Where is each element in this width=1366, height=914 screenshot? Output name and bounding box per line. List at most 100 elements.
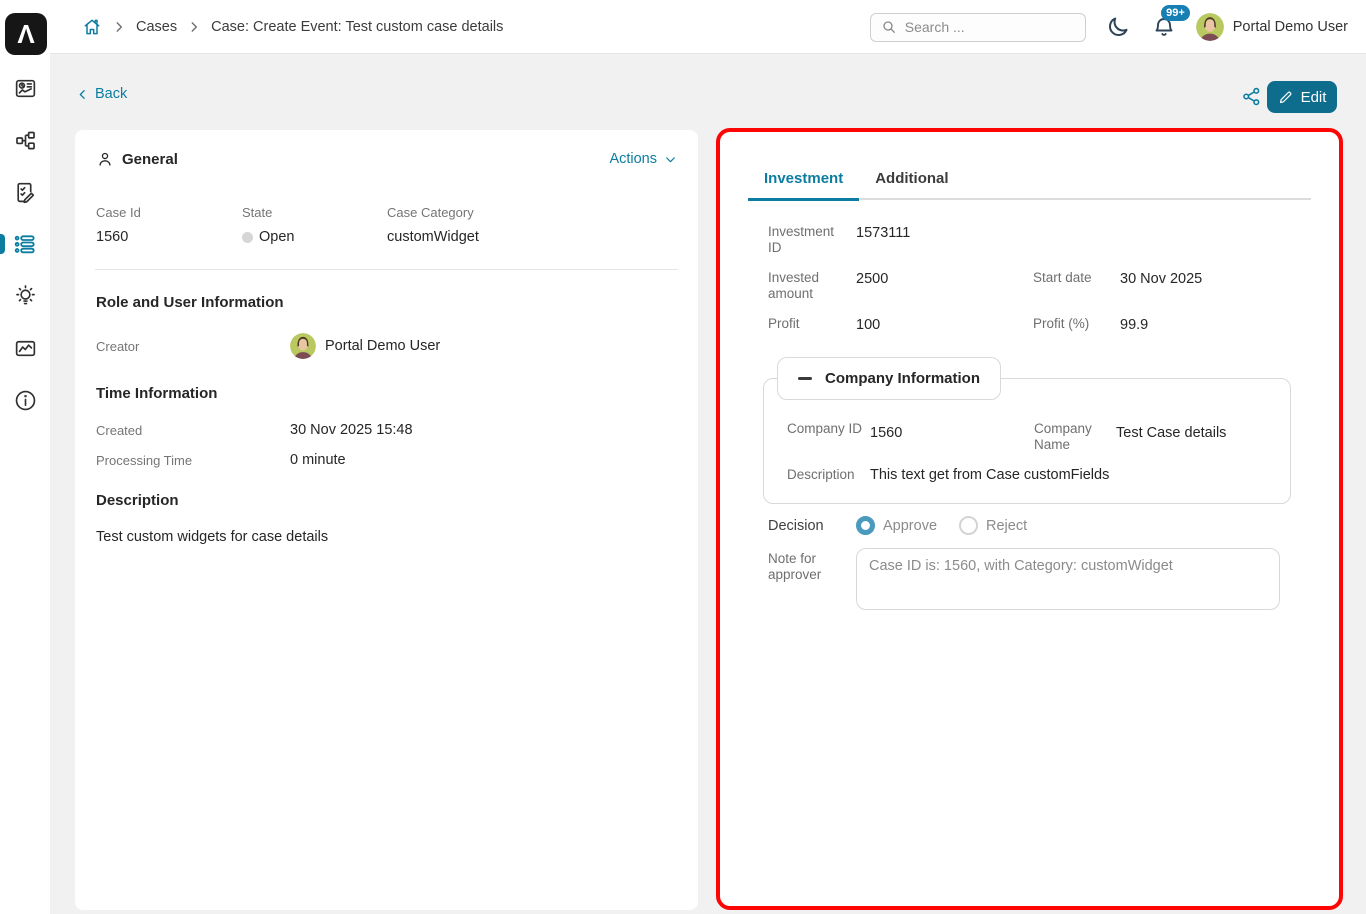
- case-id-label: Case Id: [96, 205, 242, 220]
- page-toolbar: Back Edit: [50, 54, 1366, 130]
- edit-label: Edit: [1301, 89, 1327, 106]
- sidebar-item-processes[interactable]: [0, 114, 50, 166]
- profit-pct-value: 99.9: [1120, 316, 1311, 333]
- chevron-right-icon: [112, 20, 126, 34]
- processing-time-label: Processing Time: [96, 453, 290, 468]
- sidebar: Λ: [0, 0, 50, 914]
- edit-button[interactable]: Edit: [1267, 81, 1337, 113]
- company-id-value: 1560: [870, 421, 1034, 453]
- divider: [95, 269, 678, 270]
- tab-additional[interactable]: Additional: [859, 160, 964, 198]
- home-icon[interactable]: [82, 17, 102, 37]
- screen: Cases Case: Create Event: Test custom ca…: [0, 0, 1366, 914]
- note-label: Note for approver: [768, 548, 856, 610]
- invested-amount-label: Invested amount: [768, 270, 856, 302]
- radio-reject[interactable]: Reject: [959, 516, 1027, 535]
- person-icon: [96, 150, 114, 168]
- app-logo[interactable]: Λ: [5, 13, 47, 55]
- processes-icon: [13, 128, 38, 153]
- investment-fields: Investment ID 1573111 Invested amount 25…: [768, 224, 1311, 333]
- creator-value: Portal Demo User: [325, 338, 440, 354]
- processing-time-row: Processing Time 0 minute: [96, 452, 677, 468]
- dashboard-icon: [13, 76, 38, 101]
- start-date-label: Start date: [1033, 270, 1120, 302]
- user-avatar: [1196, 13, 1224, 41]
- invested-amount-row: Invested amount 2500 Start date 30 Nov 2…: [768, 270, 1311, 302]
- general-card-title: General: [122, 151, 178, 168]
- back-button[interactable]: Back: [76, 86, 127, 102]
- start-date-value: 30 Nov 2025: [1120, 270, 1311, 302]
- moon-icon: [1106, 15, 1130, 39]
- profit-row: Profit 100 Profit (%) 99.9: [768, 316, 1311, 333]
- processing-time-value: 0 minute: [290, 452, 346, 468]
- case-category-label: Case Category: [387, 205, 677, 220]
- investment-id-label: Investment ID: [768, 224, 856, 256]
- notifications-badge: 99+: [1161, 5, 1190, 21]
- sidebar-item-statistics[interactable]: [0, 322, 50, 374]
- sidebar-item-info[interactable]: [0, 374, 50, 426]
- sidebar-item-ideas[interactable]: [0, 270, 50, 322]
- chevron-right-icon: [187, 20, 201, 34]
- chevron-left-icon: [76, 88, 89, 101]
- creator-label: Creator: [96, 339, 290, 354]
- company-description-label: Description: [787, 467, 870, 483]
- sidebar-item-cases[interactable]: [0, 218, 50, 270]
- search-input[interactable]: [905, 19, 1065, 35]
- actions-label: Actions: [609, 151, 657, 167]
- statistics-icon: [13, 336, 38, 361]
- sidebar-nav: [0, 62, 50, 426]
- note-textarea[interactable]: Case ID is: 1560, with Category: customW…: [856, 548, 1280, 610]
- description-section-title: Description: [96, 492, 677, 509]
- company-name-value: Test Case details: [1116, 421, 1274, 453]
- created-label: Created: [96, 423, 290, 438]
- creator-row: Creator Portal Demo User: [96, 333, 677, 359]
- notifications-button[interactable]: 99+: [1150, 13, 1178, 41]
- cases-icon: [12, 231, 38, 257]
- global-search[interactable]: [870, 13, 1086, 42]
- tab-investment[interactable]: Investment: [748, 160, 859, 198]
- breadcrumb-cases[interactable]: Cases: [136, 19, 177, 35]
- company-description-value: This text get from Case customFields: [870, 467, 1109, 483]
- profit-pct-label: Profit (%): [1033, 316, 1120, 333]
- creator-avatar: [290, 333, 316, 359]
- lightbulb-icon: [13, 284, 38, 309]
- note-row: Note for approver Case ID is: 1560, with…: [768, 548, 1311, 610]
- state-label: State: [242, 205, 387, 220]
- user-name: Portal Demo User: [1233, 19, 1348, 35]
- back-label: Back: [95, 86, 127, 102]
- radio-approve-label: Approve: [883, 518, 937, 534]
- actions-menu-button[interactable]: Actions: [609, 151, 677, 167]
- decision-radios: Approve Reject: [856, 516, 1027, 535]
- profit-value: 100: [856, 316, 1033, 333]
- company-panel-toggle[interactable]: Company Information: [777, 357, 1001, 400]
- company-description-row: Description This text get from Case cust…: [787, 467, 1274, 483]
- content-area: Back Edit General Ac: [50, 54, 1366, 914]
- radio-reject-label: Reject: [986, 518, 1027, 534]
- share-button[interactable]: [1241, 86, 1263, 108]
- case-id-field: Case Id 1560: [96, 205, 242, 245]
- top-bar: Cases Case: Create Event: Test custom ca…: [0, 0, 1366, 54]
- case-id-value: 1560: [96, 229, 242, 245]
- general-card-header: General Actions: [96, 150, 677, 168]
- state-dot: [242, 232, 253, 243]
- created-row: Created 30 Nov 2025 15:48: [96, 422, 677, 438]
- breadcrumb: Cases Case: Create Event: Test custom ca…: [82, 0, 503, 54]
- radio-approve-circle[interactable]: [856, 516, 875, 535]
- radio-approve[interactable]: Approve: [856, 516, 937, 535]
- sidebar-item-tasks[interactable]: [0, 166, 50, 218]
- invested-amount-value: 2500: [856, 270, 1033, 302]
- general-card: General Actions Case Id 1560 State: [75, 130, 698, 910]
- time-section-title: Time Information: [96, 385, 677, 402]
- topbar-actions: 99+ Portal Demo User: [870, 0, 1348, 54]
- description-text: Test custom widgets for case details: [96, 529, 677, 545]
- dark-mode-toggle[interactable]: [1104, 13, 1132, 41]
- tasks-icon: [13, 180, 38, 205]
- share-nodes-icon: [1241, 86, 1263, 107]
- sidebar-item-dashboard[interactable]: [0, 62, 50, 114]
- radio-reject-circle[interactable]: [959, 516, 978, 535]
- investment-id-value: 1573111: [856, 224, 1033, 256]
- company-id-row: Company ID 1560 Company Name Test Case d…: [787, 421, 1274, 453]
- user-menu[interactable]: Portal Demo User: [1196, 13, 1348, 41]
- state-field: State Open: [242, 205, 387, 245]
- case-details-widget: Investment Additional Investment ID 1573…: [716, 128, 1343, 910]
